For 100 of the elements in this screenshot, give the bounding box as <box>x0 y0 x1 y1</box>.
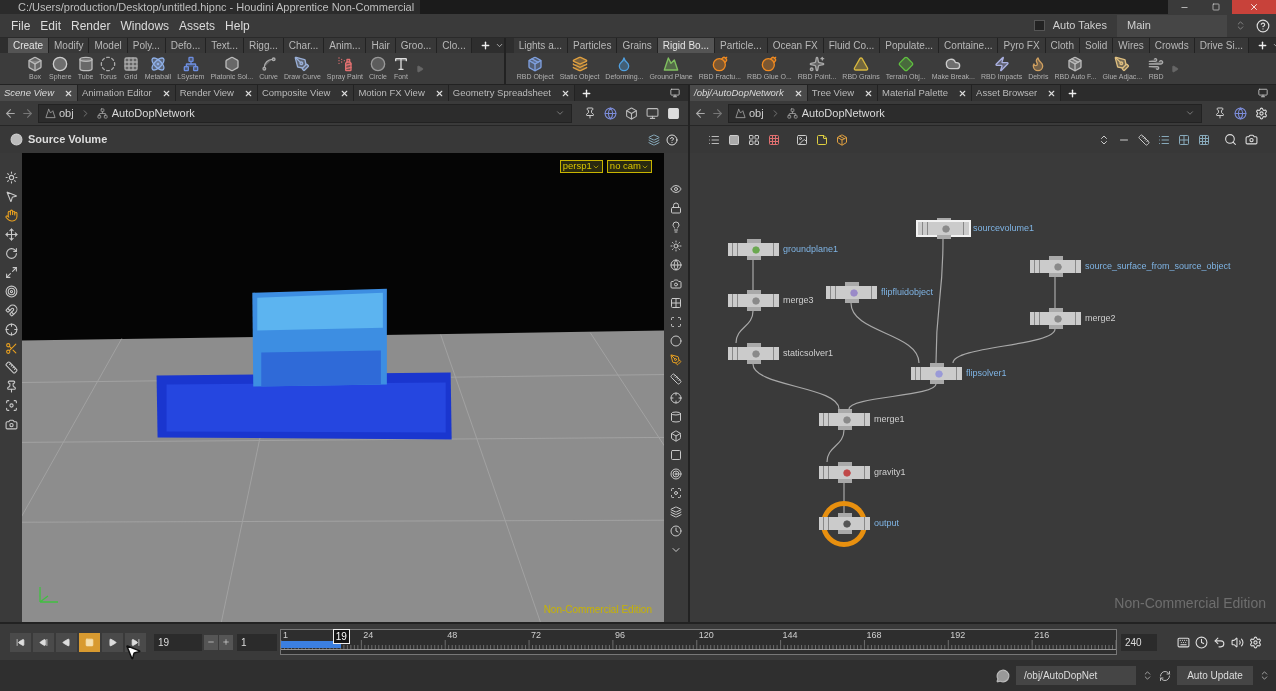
image-icon[interactable] <box>796 133 808 146</box>
pane-tab[interactable]: Geometry Spreadsheet <box>448 85 575 101</box>
path-crumb[interactable]: obj <box>45 104 74 122</box>
clock-icon[interactable] <box>670 525 682 537</box>
shelf-tab[interactable]: Create <box>8 38 49 53</box>
keyboard-icon[interactable] <box>1177 635 1190 649</box>
pane-tab[interactable]: Motion FX View <box>354 85 449 101</box>
shelf-tab[interactable]: Model <box>89 38 128 53</box>
close-icon[interactable] <box>243 88 253 98</box>
path-field[interactable]: obj AutoDopNetwork <box>728 103 1202 123</box>
box-icon[interactable] <box>836 133 848 146</box>
hand-icon[interactable] <box>4 209 18 222</box>
shelf-tab[interactable]: Particle... <box>715 38 768 53</box>
close-icon[interactable] <box>161 88 171 98</box>
focus-icon[interactable] <box>670 487 682 499</box>
close-icon[interactable] <box>958 88 968 98</box>
pane-tab[interactable]: Asset Browser <box>972 85 1062 101</box>
shelf-tab[interactable]: Wires <box>1113 38 1150 53</box>
bulb-icon[interactable] <box>670 221 682 233</box>
move-icon[interactable] <box>4 228 18 241</box>
network-node[interactable] <box>911 363 962 384</box>
layers-icon[interactable] <box>670 506 682 518</box>
menu-item[interactable]: Assets <box>174 16 221 35</box>
ruler-icon[interactable] <box>1138 133 1150 146</box>
focus-icon[interactable] <box>4 399 18 412</box>
sun-icon[interactable] <box>670 240 682 252</box>
auto-update-button[interactable]: Auto Update <box>1177 666 1253 685</box>
shelf-tab[interactable]: Populate... <box>880 38 940 53</box>
square-icon[interactable] <box>728 133 740 146</box>
menu-item[interactable]: Windows <box>115 16 175 35</box>
close-icon[interactable] <box>561 88 570 98</box>
shelf-tab[interactable]: Modify <box>49 38 90 53</box>
checkbox[interactable] <box>1033 20 1045 31</box>
shelf-tab[interactable]: Anim... <box>324 38 367 53</box>
forward-arrow-icon[interactable] <box>21 106 34 120</box>
dot-icon[interactable] <box>670 335 682 347</box>
shelf-tab[interactable]: Grains <box>617 38 658 53</box>
pane-tab[interactable]: Scene View <box>0 85 78 101</box>
network-node[interactable] <box>918 218 969 239</box>
network-node[interactable] <box>728 343 779 364</box>
camera-dropdown[interactable]: persp1 <box>559 160 603 173</box>
network-node[interactable] <box>819 409 870 430</box>
shelf-tab[interactable]: Solid <box>1079 38 1114 53</box>
close-icon[interactable] <box>793 88 803 98</box>
network-node[interactable] <box>819 513 870 534</box>
add-tab-icon[interactable] <box>479 40 491 51</box>
path-crumb[interactable]: obj <box>735 104 764 122</box>
speaker-icon[interactable] <box>1231 635 1244 649</box>
shelf-tab[interactable]: Particles <box>568 38 618 53</box>
transport-button[interactable] <box>79 632 100 652</box>
caret-icon[interactable] <box>494 41 504 50</box>
decrement-button[interactable] <box>204 634 218 650</box>
caret-icon[interactable] <box>1185 108 1195 118</box>
shelf-tab[interactable]: Cloth <box>1045 38 1080 53</box>
view-dropdown[interactable]: no cam <box>606 160 652 173</box>
transport-button[interactable] <box>56 632 77 652</box>
increment-button[interactable] <box>219 634 233 650</box>
ruler-icon[interactable] <box>4 361 18 374</box>
forward-arrow-icon[interactable] <box>711 106 724 120</box>
globe-icon[interactable] <box>670 259 682 271</box>
add-tab-icon[interactable] <box>581 87 592 99</box>
shelf-tab[interactable]: Defo... <box>165 38 207 53</box>
menu-item[interactable]: Edit <box>35 16 67 35</box>
pin-icon[interactable] <box>1214 107 1226 119</box>
shelf-tab[interactable]: Containe... <box>939 38 999 53</box>
crosshair-icon[interactable] <box>4 323 18 336</box>
scissors-icon[interactable] <box>4 342 18 355</box>
globe-icon[interactable] <box>604 106 617 120</box>
settings-icon[interactable] <box>1249 635 1262 649</box>
target-icon[interactable] <box>670 468 682 480</box>
pane-tab[interactable]: Tree View <box>807 85 879 101</box>
path-field[interactable]: obj AutoDopNetwork <box>38 103 572 123</box>
network-node[interactable] <box>1030 308 1081 329</box>
close-icon[interactable] <box>1047 88 1057 98</box>
shelf-tab[interactable]: Pyro FX <box>998 38 1046 53</box>
sun-icon[interactable] <box>4 171 18 184</box>
refresh-icon[interactable] <box>1159 669 1171 682</box>
close-icon[interactable] <box>64 88 73 98</box>
shelf-tab[interactable]: Rigg... <box>243 38 284 53</box>
playhead[interactable]: 19 <box>332 629 350 644</box>
grid-icon[interactable] <box>1178 133 1190 146</box>
pen-icon[interactable] <box>670 354 682 366</box>
pane-tab[interactable]: Composite View <box>257 85 355 101</box>
pane-tab[interactable]: Animation Editor <box>78 85 176 101</box>
grid-icon[interactable] <box>748 133 760 146</box>
list-icon[interactable] <box>708 133 720 146</box>
camera-icon[interactable] <box>1245 133 1258 146</box>
ruler-icon[interactable] <box>670 373 682 385</box>
start-frame-field[interactable]: 1 <box>237 633 277 651</box>
path-crumb[interactable]: AutoDopNetwork <box>786 104 885 122</box>
spinner-icon[interactable] <box>1259 670 1270 681</box>
transport-button[interactable] <box>10 632 31 652</box>
shelf-tab[interactable]: Groo... <box>395 38 438 53</box>
shelf-tab[interactable]: Drive Si... <box>1194 38 1250 53</box>
target-icon[interactable] <box>4 285 18 298</box>
transport-button[interactable] <box>33 632 54 652</box>
help-icon[interactable] <box>666 133 678 146</box>
pane-tab[interactable]: Material Palette <box>878 85 973 101</box>
layers-icon[interactable] <box>648 133 660 146</box>
caret-icon[interactable] <box>555 108 565 118</box>
